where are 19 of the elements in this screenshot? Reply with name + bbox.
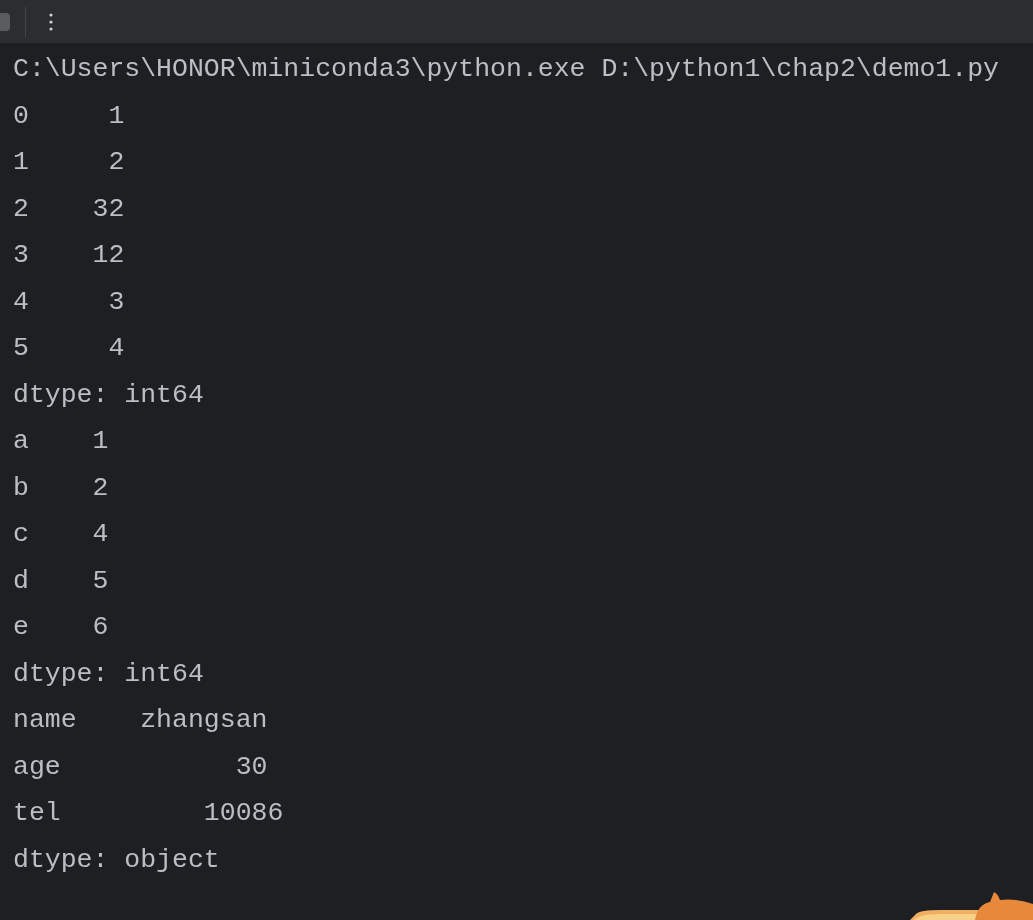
console-line: 5 4 — [13, 332, 125, 365]
console-line: a 1 — [13, 425, 109, 458]
console-line: d 5 — [13, 564, 109, 598]
console-line: 1 2 — [13, 146, 125, 179]
console-line: dtype: int64 — [13, 378, 204, 412]
console-line: dtype: int64 — [13, 657, 204, 691]
console-line: 3 12 — [13, 239, 125, 272]
console-line: e 6 — [13, 611, 109, 644]
console-line: 2 32 — [13, 192, 125, 226]
console-line: 0 1 — [13, 99, 125, 133]
console-line: b 2 — [13, 471, 109, 505]
console-line: dtype: object — [13, 843, 220, 877]
console-line: age 30 — [13, 750, 268, 784]
console-line: tel 10086 — [13, 797, 284, 830]
console-line: C:\Users\HONOR\miniconda3\python.exe D:\python1\chap2\demo1.py — [13, 53, 999, 86]
console-line: 4 3 — [13, 285, 125, 319]
console-line: name zhangsan — [13, 704, 268, 737]
console-line: c 4 — [13, 518, 109, 551]
more-icon[interactable] — [49, 11, 53, 32]
